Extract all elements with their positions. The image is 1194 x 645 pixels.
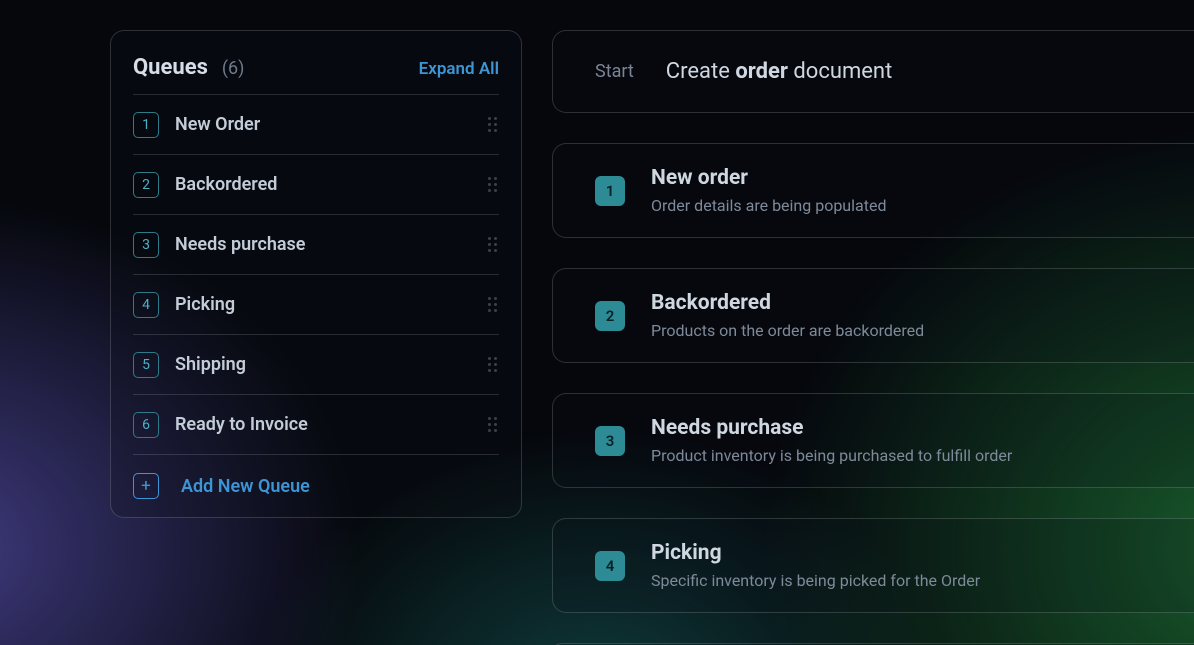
step-description: Product inventory is being purchased to …	[651, 446, 1012, 465]
drag-handle-icon[interactable]	[485, 117, 499, 132]
queue-label: Needs purchase	[175, 234, 469, 255]
step-number-badge: 4	[595, 551, 625, 581]
plus-icon: +	[133, 473, 159, 499]
add-new-queue-button[interactable]: + Add New Queue	[133, 455, 499, 499]
step-card-new-order[interactable]: 1 New order Order details are being popu…	[552, 143, 1194, 238]
drag-handle-icon[interactable]	[485, 237, 499, 252]
queue-label: New Order	[175, 114, 469, 135]
step-description: Products on the order are backordered	[651, 321, 924, 340]
drag-handle-icon[interactable]	[485, 357, 499, 372]
queues-panel-header: Queues (6) Expand All	[133, 55, 499, 95]
queue-number-badge: 6	[133, 412, 159, 438]
queues-panel: Queues (6) Expand All 1 New Order 2 Back…	[110, 30, 522, 518]
queue-label: Backordered	[175, 174, 469, 195]
queue-number-badge: 2	[133, 172, 159, 198]
queue-number-badge: 5	[133, 352, 159, 378]
queue-row-ready-to-invoice[interactable]: 6 Ready to Invoice	[133, 395, 499, 455]
start-label: Start	[595, 61, 634, 82]
queue-row-picking[interactable]: 4 Picking	[133, 275, 499, 335]
expand-all-link[interactable]: Expand All	[419, 59, 499, 79]
add-new-queue-label: Add New Queue	[181, 476, 310, 497]
step-description: Specific inventory is being picked for t…	[651, 571, 980, 590]
drag-handle-icon[interactable]	[485, 177, 499, 192]
workflow-main: Start Create order document 1 New order …	[552, 30, 1194, 645]
step-title: Backordered	[651, 291, 924, 315]
step-description: Order details are being populated	[651, 196, 886, 215]
step-title: New order	[651, 166, 886, 190]
step-number-badge: 1	[595, 176, 625, 206]
step-card-picking[interactable]: 4 Picking Specific inventory is being pi…	[552, 518, 1194, 613]
drag-handle-icon[interactable]	[485, 417, 499, 432]
queue-row-new-order[interactable]: 1 New Order	[133, 95, 499, 155]
queue-row-backordered[interactable]: 2 Backordered	[133, 155, 499, 215]
queue-row-shipping[interactable]: 5 Shipping	[133, 335, 499, 395]
step-card-backordered[interactable]: 2 Backordered Products on the order are …	[552, 268, 1194, 363]
drag-handle-icon[interactable]	[485, 297, 499, 312]
queue-label: Ready to Invoice	[175, 414, 469, 435]
start-step-card[interactable]: Start Create order document	[552, 30, 1194, 113]
queues-title: Queues	[133, 55, 208, 80]
queue-number-badge: 1	[133, 112, 159, 138]
start-step-title: Create order document	[666, 59, 893, 84]
queue-number-badge: 4	[133, 292, 159, 318]
queue-label: Shipping	[175, 354, 469, 375]
step-title: Needs purchase	[651, 416, 1012, 440]
queues-count: (6)	[222, 58, 245, 79]
queue-label: Picking	[175, 294, 469, 315]
step-card-needs-purchase[interactable]: 3 Needs purchase Product inventory is be…	[552, 393, 1194, 488]
step-number-badge: 3	[595, 426, 625, 456]
step-title: Picking	[651, 541, 980, 565]
step-number-badge: 2	[595, 301, 625, 331]
queue-row-needs-purchase[interactable]: 3 Needs purchase	[133, 215, 499, 275]
queue-number-badge: 3	[133, 232, 159, 258]
